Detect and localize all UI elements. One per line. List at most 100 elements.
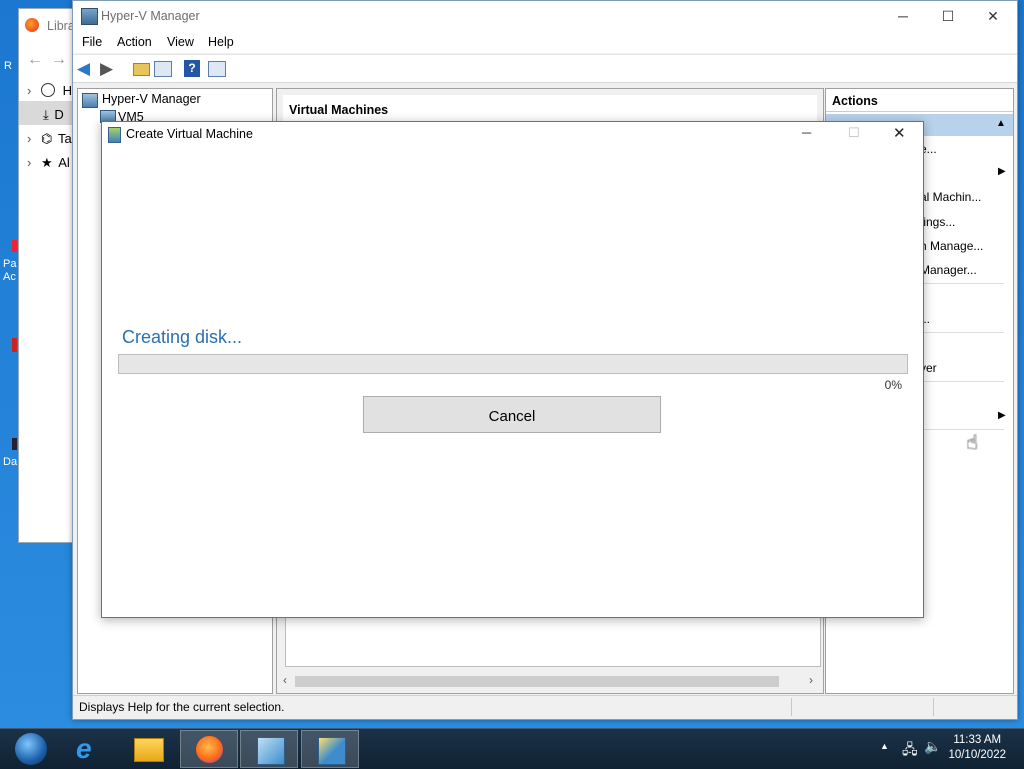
status-divider — [791, 698, 792, 716]
library-title: Libra — [47, 19, 75, 33]
taskbar-internet-explorer[interactable]: e — [60, 730, 118, 768]
hyperv-manager-icon — [82, 93, 98, 108]
hand-cursor-icon: ☝ — [966, 432, 979, 454]
taskbar-file-explorer[interactable] — [120, 730, 178, 768]
library-row-history[interactable]: › H — [27, 83, 72, 98]
folder-icon — [134, 738, 164, 762]
library-row-label: D — [54, 107, 64, 122]
desktop-icon-label[interactable]: R — [4, 60, 12, 73]
chevron-right-icon: › — [27, 155, 32, 170]
tag-icon: ⌬ — [40, 131, 53, 146]
menu-help[interactable]: Help — [208, 35, 234, 49]
chevron-right-icon: › — [27, 83, 32, 98]
pane-header: Virtual Machines — [283, 95, 817, 122]
window-title: Hyper-V Manager — [101, 9, 200, 23]
progress-label: Creating disk... — [122, 327, 243, 347]
pane-header-title: Virtual Machines — [289, 103, 389, 117]
create-vm-dialog[interactable]: Create Virtual Machine ─ ☐ ✕ Creating di… — [101, 121, 924, 618]
hyperv-app-icon — [81, 8, 98, 25]
minimize-button[interactable]: ─ — [802, 125, 811, 140]
show-hidden-icons-arrow-icon[interactable]: ▲ — [880, 741, 889, 751]
library-row-tags[interactable]: › ⌬ Ta — [27, 131, 72, 147]
hyperv-vm-icon — [108, 127, 121, 143]
close-button[interactable]: ✕ — [893, 124, 906, 142]
maximize-button: ☐ — [848, 125, 860, 140]
status-bar: Displays Help for the current selection. — [73, 695, 1017, 718]
library-row-all-bookmarks[interactable]: › ★ Al — [27, 155, 70, 171]
menu-file[interactable]: File — [82, 35, 102, 49]
toolbar: ◀ ▶ ? — [73, 54, 1017, 83]
desktop-icon-label[interactable]: Pa Ac — [3, 258, 16, 284]
scroll-right-icon[interactable]: › — [809, 673, 813, 687]
action-item[interactable]: tings... — [920, 215, 955, 229]
download-icon: ⤓ — [43, 107, 49, 122]
hyperv-titlebar[interactable]: Hyper-V Manager ─ ☐ ✕ — [73, 1, 1017, 31]
back-arrow-icon[interactable]: ← — [27, 51, 43, 69]
close-button[interactable]: ✕ — [978, 5, 1008, 27]
menubar: File Action View Help — [73, 31, 1017, 53]
help-icon[interactable]: ? — [183, 59, 203, 79]
star-icon: ★ — [40, 155, 53, 170]
dialog-title: Create Virtual Machine — [126, 127, 253, 141]
scrollbar-thumb[interactable] — [295, 676, 779, 687]
action-item[interactable]: h Manage... — [920, 239, 983, 253]
forward-arrow-icon[interactable]: → — [51, 51, 67, 69]
progress-bar — [118, 354, 908, 374]
actions-header-title: Actions — [832, 94, 878, 108]
menu-action[interactable]: Action — [117, 35, 152, 49]
chevron-right-icon: › — [27, 131, 32, 146]
separator — [914, 429, 1004, 430]
clock-date: 10/10/2022 — [948, 749, 1006, 761]
status-text: Displays Help for the current selection. — [79, 700, 285, 714]
collapse-arrow-icon[interactable]: ▲ — [996, 118, 1006, 129]
separator — [914, 283, 1004, 284]
up-folder-icon[interactable] — [131, 59, 151, 79]
submenu-arrow-icon[interactable]: ▶ — [998, 166, 1006, 177]
taskbar-firefox[interactable] — [180, 730, 238, 768]
back-arrow-icon[interactable]: ◀ — [77, 59, 97, 79]
taskbar-create-vm[interactable] — [301, 730, 359, 768]
taskbar-clock[interactable]: 11:33 AM 10/10/2022 — [948, 733, 1006, 763]
maximize-button[interactable]: ☐ — [933, 5, 963, 27]
action-item[interactable]: al Machin... — [920, 190, 981, 204]
firefox-icon — [25, 18, 39, 32]
hyperv-vm-icon — [318, 737, 346, 765]
library-window[interactable]: Libra ← → › H ⤓ D › ⌬ Ta › ★ Al — [18, 8, 80, 543]
clock-time: 11:33 AM — [953, 734, 1002, 746]
desktop-icon-fragment — [12, 438, 17, 450]
action-item[interactable]: Manager... — [920, 263, 977, 277]
show-hide-console-tree-icon[interactable] — [153, 59, 173, 79]
library-row-label: H — [62, 83, 72, 98]
minimize-button[interactable]: ─ — [888, 5, 918, 27]
separator — [914, 332, 1004, 333]
horizontal-scrollbar[interactable]: ‹ › — [281, 673, 819, 690]
show-hide-action-pane-icon[interactable] — [207, 59, 227, 79]
tree-root-label[interactable]: Hyper-V Manager — [102, 92, 201, 106]
start-button[interactable] — [4, 730, 62, 768]
firefox-icon — [196, 736, 223, 763]
separator — [914, 381, 1004, 382]
volume-icon[interactable]: 🔈 — [924, 738, 941, 755]
scroll-left-icon[interactable]: ‹ — [283, 673, 287, 687]
hyperv-manager-icon — [257, 737, 285, 765]
library-row-label: Al — [58, 155, 70, 170]
library-row-downloads[interactable]: ⤓ D — [27, 107, 64, 123]
library-titlebar[interactable]: Libra — [19, 9, 79, 41]
menu-view[interactable]: View — [167, 35, 194, 49]
taskbar-hyperv-manager[interactable] — [240, 730, 298, 768]
desktop-icon-label[interactable]: Da — [3, 456, 17, 469]
windows-logo-icon — [15, 733, 47, 765]
library-row-label: Ta — [57, 131, 72, 146]
actions-header: Actions — [826, 89, 1013, 112]
taskbar: e ▲ 🖧 🔈 11:33 AM 10/10/2022 — [0, 728, 1024, 769]
progress-percent: 0% — [884, 378, 902, 392]
submenu-arrow-icon[interactable]: ▶ — [998, 410, 1006, 421]
cancel-button[interactable]: Cancel — [363, 396, 661, 433]
desktop-icon-fragment — [12, 338, 17, 352]
status-divider — [933, 698, 934, 716]
internet-explorer-icon: e — [76, 733, 92, 764]
desktop-icon-fragment — [12, 240, 17, 252]
network-icon[interactable]: 🖧 — [902, 739, 918, 763]
history-icon — [40, 83, 55, 97]
forward-arrow-icon[interactable]: ▶ — [100, 59, 120, 79]
